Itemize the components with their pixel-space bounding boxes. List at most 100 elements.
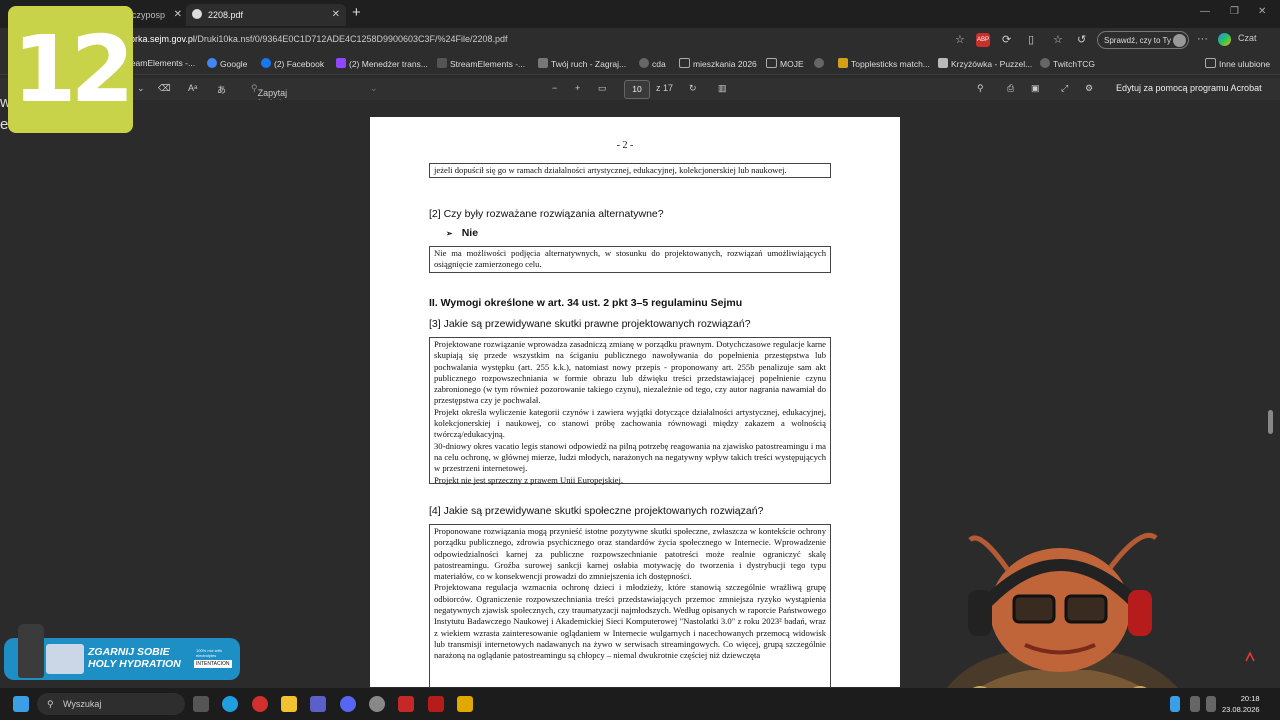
settings-gear-icon[interactable]: ⚙ xyxy=(1085,83,1093,94)
split-screen-icon[interactable]: ▯ xyxy=(1028,33,1034,46)
page-view-icon[interactable]: ▥ xyxy=(718,83,727,94)
windows-start-icon[interactable] xyxy=(13,696,29,712)
more-menu-icon[interactable]: ··· xyxy=(1197,33,1208,45)
fit-page-icon[interactable]: ▭ xyxy=(598,83,607,94)
page-number: - 2 - xyxy=(616,140,634,151)
obs-icon[interactable] xyxy=(369,696,385,712)
pdf-page: - 2 - jeżeli dopuścił się go w ramach dz… xyxy=(370,117,900,694)
fullscreen-icon[interactable]: ⤢ xyxy=(1061,83,1068,94)
puzzle-icon xyxy=(938,58,948,68)
folder-icon xyxy=(766,58,777,68)
app-icon[interactable] xyxy=(428,696,444,712)
folder-icon xyxy=(1205,58,1216,68)
question-heading: [4] Jakie są przewidywane skutki społecz… xyxy=(429,505,764,517)
page-total: z 17 xyxy=(656,83,674,93)
system-clock[interactable]: 20:18 23.08.2026 xyxy=(1222,693,1260,715)
close-icon[interactable]: ✕ xyxy=(332,4,340,26)
favorite-star-icon[interactable]: ☆ xyxy=(955,33,965,46)
network-icon[interactable] xyxy=(1190,696,1200,712)
mic-icon[interactable] xyxy=(1170,696,1180,712)
teams-icon[interactable] xyxy=(310,696,326,712)
refresh-extension-icon[interactable]: ⟳ xyxy=(1002,33,1011,46)
streamelements-icon xyxy=(437,58,447,68)
promo-small-text: 100% mix with electrolytes xyxy=(196,648,222,658)
discord-icon[interactable] xyxy=(340,696,356,712)
avatar xyxy=(1173,34,1186,47)
tab-active[interactable]: 2208.pdf ✕ xyxy=(186,4,346,26)
bookmark-item[interactable]: MOJE xyxy=(766,58,804,69)
history-icon[interactable]: ↺ xyxy=(1077,33,1086,46)
eraser-icon[interactable]: ⌫ xyxy=(158,83,171,94)
arrow-bullet-icon: ➢ xyxy=(446,229,453,238)
app-icon[interactable] xyxy=(398,696,414,712)
opera-icon[interactable] xyxy=(252,696,268,712)
copilot-ask-field[interactable]: ⚲ Zapytaj funkcję Copilot xyxy=(251,83,287,118)
file-explorer-icon[interactable] xyxy=(281,696,297,712)
acrobat-pdf-icon[interactable] xyxy=(1243,650,1257,664)
promo-brand: INTENTACION xyxy=(194,660,232,668)
product-pack-image xyxy=(46,644,84,674)
promo-title: ZGARNIJ SOBIE HOLY HYDRATION xyxy=(88,646,181,670)
bookmark-item[interactable]: Twój ruch - Zagraj... xyxy=(538,58,626,69)
text-box: jeżeli dopuścił się go w ramach działaln… xyxy=(429,163,831,179)
taskbar: ⚲ Wyszukaj 20:18 23.08.2026 xyxy=(0,688,1280,720)
chevron-down-icon[interactable]: ⌄ xyxy=(137,83,145,94)
page-number-input[interactable]: 10 xyxy=(624,80,650,99)
chess-icon xyxy=(538,58,548,68)
episode-badge: 12 xyxy=(8,6,135,133)
app-icon[interactable] xyxy=(457,696,473,712)
globe-icon xyxy=(192,9,202,19)
new-tab-icon[interactable]: + xyxy=(352,4,361,21)
bookmark-item[interactable]: Topplesticks match... xyxy=(838,58,930,69)
url-field[interactable]: orka.sejm.gov.pl/Druki10ka.nsf/0/9364E0C… xyxy=(130,34,508,44)
bookmark-item[interactable]: (2) Menedżer trans... xyxy=(336,58,428,69)
chevron-down-icon[interactable]: ⌄ xyxy=(370,83,378,94)
globe-icon xyxy=(1040,58,1050,68)
taskbar-search[interactable]: ⚲ Wyszukaj xyxy=(37,693,185,715)
facebook-icon xyxy=(261,58,271,68)
address-bar: orka.sejm.gov.pl/Druki10ka.nsf/0/9364E0C… xyxy=(0,28,1280,54)
adblock-icon[interactable]: ABP xyxy=(976,33,990,47)
bookmark-item[interactable] xyxy=(814,58,827,69)
scrollbar-thumb[interactable] xyxy=(1268,410,1273,434)
edge-icon[interactable] xyxy=(222,696,238,712)
bookmark-item[interactable]: TwitchTCG xyxy=(1040,58,1095,69)
answer-label: ➢ Nie xyxy=(446,227,479,239)
maximize-icon[interactable]: ❐ xyxy=(1230,6,1239,17)
search-icon[interactable]: ⚲ xyxy=(977,83,984,94)
zoom-in-icon[interactable]: + xyxy=(575,83,580,93)
shaker-bottle-icon xyxy=(18,624,44,678)
google-icon xyxy=(207,58,217,68)
close-icon[interactable]: ✕ xyxy=(174,4,182,26)
edit-acrobat-button[interactable]: Edytuj za pomocą programu Acrobat xyxy=(1116,83,1262,93)
section-heading: II. Wymogi określone w art. 34 ust. 2 pk… xyxy=(429,297,743,309)
profile-label: Sprawdź, czy to Ty xyxy=(1104,36,1171,45)
twitch-icon xyxy=(336,58,346,68)
bookmark-item[interactable]: mieszkania 2026 xyxy=(679,58,757,69)
volume-icon[interactable] xyxy=(1206,696,1216,712)
text-format-icon[interactable]: Aᵃ xyxy=(188,83,197,93)
save-icon[interactable]: ▣ xyxy=(1031,83,1040,94)
print-icon[interactable]: ⎙ xyxy=(1007,83,1014,94)
minimize-icon[interactable]: — xyxy=(1200,6,1210,17)
rotate-icon[interactable]: ↻ xyxy=(689,83,697,94)
question-heading: [3] Jakie są przewidywane skutki prawne … xyxy=(429,318,751,330)
topplesticks-icon xyxy=(838,58,848,68)
favorites-icon[interactable]: ☆ xyxy=(1053,33,1063,46)
copilot-icon[interactable] xyxy=(1218,33,1231,46)
profile-button[interactable]: Sprawdź, czy to Ty xyxy=(1097,31,1189,49)
bookmarks-bar: reamElements -... Google (2) Facebook (2… xyxy=(0,54,1280,75)
bookmark-item[interactable]: cda xyxy=(639,58,666,69)
bookmark-item[interactable]: Inne ulubione xyxy=(1205,58,1270,69)
copilot-chat-label[interactable]: Czat xyxy=(1238,33,1257,43)
bookmark-item[interactable]: Google xyxy=(207,58,247,69)
bookmark-item[interactable]: Krzyżówka - Puzzel... xyxy=(938,58,1032,69)
bookmark-item[interactable]: (2) Facebook xyxy=(261,58,324,69)
zoom-out-icon[interactable]: − xyxy=(552,83,557,93)
translate-icon[interactable]: あ xyxy=(217,83,226,96)
bookmark-item[interactable]: StreamElements -... xyxy=(437,58,525,69)
window-close-icon[interactable]: ✕ xyxy=(1258,6,1266,17)
url-domain: orka.sejm.gov.pl xyxy=(130,34,195,44)
task-view-icon[interactable] xyxy=(193,696,209,712)
bookmark-item[interactable]: reamElements -... xyxy=(128,58,195,68)
